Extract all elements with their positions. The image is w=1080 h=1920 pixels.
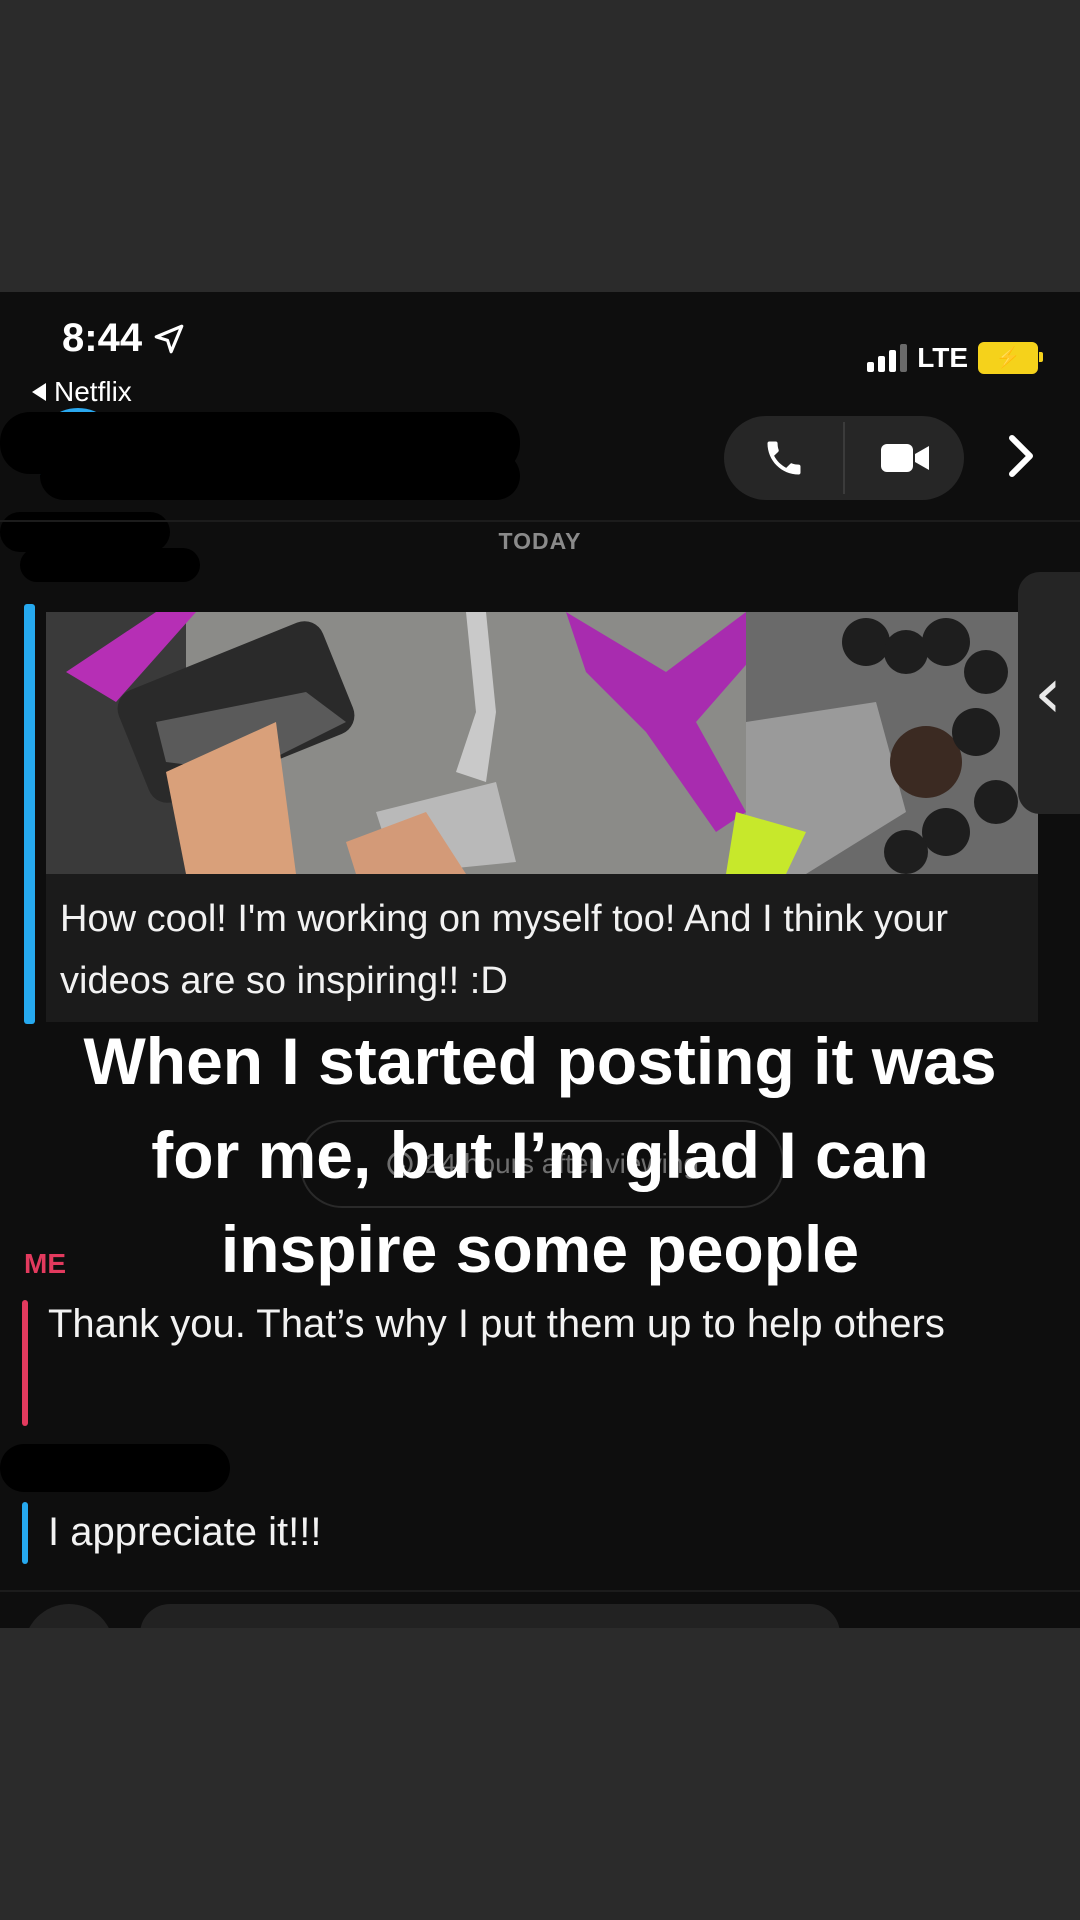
redacted-sender-label: [0, 1444, 230, 1492]
header-divider: [0, 520, 1080, 522]
side-panel-tab[interactable]: ‹: [1018, 572, 1080, 814]
back-app-label: Netflix: [54, 376, 132, 407]
chevron-right-icon[interactable]: [1006, 434, 1036, 478]
composer-divider: [0, 1590, 1080, 1592]
phone-icon: [767, 441, 800, 475]
voice-call-button[interactable]: [724, 416, 843, 500]
message-them[interactable]: I appreciate it!!!: [48, 1500, 321, 1564]
battery-charging-icon: ⚡: [978, 342, 1043, 374]
location-arrow-icon: [154, 324, 184, 353]
bottom-background-band: [0, 1628, 1080, 1920]
call-actions: [724, 416, 964, 500]
back-triangle-icon: [32, 383, 46, 401]
status-time: 8:44: [62, 316, 186, 361]
video-camera-icon: [880, 444, 929, 472]
camera-button[interactable]: [24, 1604, 114, 1628]
time-text: 8:44: [62, 316, 143, 360]
story-reply-card[interactable]: How cool! I'm working on myself too! And…: [46, 612, 1038, 1022]
top-background-band: [0, 0, 1080, 292]
network-type: LTE: [917, 342, 968, 373]
chat-input[interactable]: [140, 1604, 840, 1628]
them-accent-bar: [22, 1502, 28, 1564]
video-call-button[interactable]: [845, 416, 964, 500]
back-to-app-link[interactable]: Netflix: [32, 376, 132, 408]
chevron-left-icon: ‹: [1034, 652, 1062, 734]
message-me[interactable]: Thank you. That’s why I put them up to h…: [48, 1292, 1008, 1356]
signal-icon: [867, 344, 908, 372]
chat-screen: 8:44 Netflix LTE ⚡ TODAY How cool! I'm w…: [0, 292, 1080, 1628]
story-reply-text: How cool! I'm working on myself too! And…: [60, 898, 948, 1002]
video-overlay-caption: When I started posting it was for me, bu…: [83, 1024, 997, 1286]
redacted-subtitle: [40, 452, 520, 500]
reply-accent-bar: [24, 604, 35, 1024]
day-separator: TODAY: [498, 528, 582, 554]
me-accent-bar: [22, 1300, 28, 1426]
story-reply-caption: How cool! I'm working on myself too! And…: [46, 874, 1038, 1022]
sender-label-me: ME: [24, 1248, 66, 1279]
status-indicators: LTE ⚡: [867, 342, 1043, 374]
story-thumbnail: [46, 612, 1038, 874]
